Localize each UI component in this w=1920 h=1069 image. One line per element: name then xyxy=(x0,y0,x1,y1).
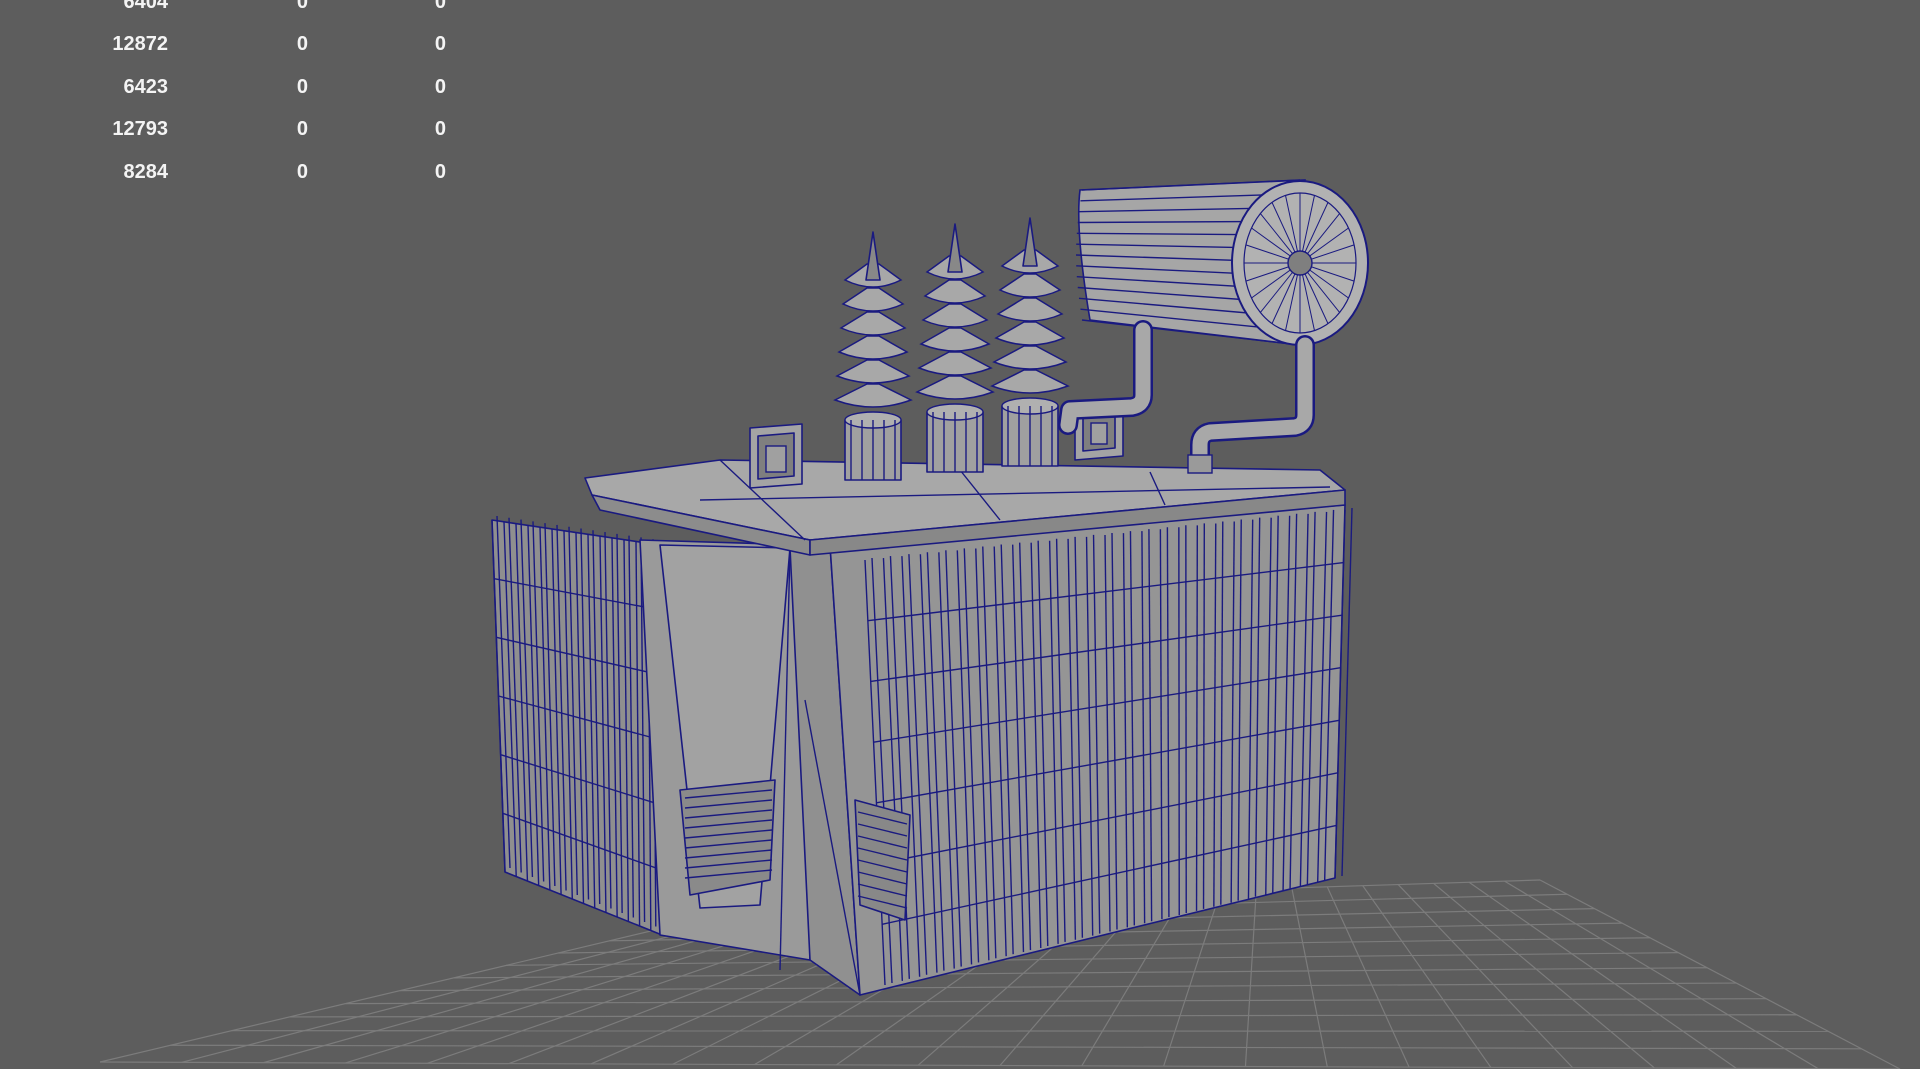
bushing-tip xyxy=(865,231,881,281)
hud-value: 0 xyxy=(296,0,308,13)
bushing-skirt xyxy=(998,273,1062,298)
hud-value: 0 xyxy=(434,75,446,98)
bushing-right xyxy=(990,217,1070,467)
hud-value: 12793 xyxy=(112,118,168,141)
bushing-skirt xyxy=(915,375,995,400)
hud-row: 8284 0 0 xyxy=(60,151,460,194)
bushing-skirt xyxy=(923,279,987,304)
hud-value: 6423 xyxy=(123,75,169,98)
hud-value: 0 xyxy=(434,160,446,183)
hud-row: 12793 0 0 xyxy=(60,109,460,152)
hud-row: 12872 0 0 xyxy=(60,24,460,67)
hud-value: 0 xyxy=(296,75,308,98)
bushing-skirt xyxy=(917,351,993,376)
pipe-right-fill xyxy=(1192,337,1313,470)
radiator-fin xyxy=(1202,523,1206,909)
hud-value: 0 xyxy=(296,160,308,183)
hud-value: 8284 xyxy=(123,160,169,183)
bushing-skirt xyxy=(919,327,991,352)
pipe-flange xyxy=(1187,454,1213,474)
grid-line xyxy=(453,967,1708,979)
bushing-skirt xyxy=(837,335,909,360)
hud-value: 0 xyxy=(434,33,446,56)
grid-line xyxy=(170,1044,1862,1050)
pipe-left-fill xyxy=(1060,322,1151,433)
3d-viewport[interactable]: 6404 0 0 12872 0 0 6423 0 0 12793 0 0 82… xyxy=(0,0,1920,1069)
box-window xyxy=(765,445,787,473)
hud-row: 6404 0 0 xyxy=(60,0,460,24)
hud-row: 6423 0 0 xyxy=(60,66,460,109)
bushing-skirt xyxy=(996,297,1064,322)
box-window xyxy=(1090,422,1108,445)
hud-value: 0 xyxy=(296,33,308,56)
hud-value: 12872 xyxy=(112,33,168,56)
bushing-tip xyxy=(1022,217,1038,267)
bushing-skirt xyxy=(992,345,1068,370)
bushing-skirt xyxy=(833,383,913,408)
bushing-skirt xyxy=(835,359,911,384)
grid-line xyxy=(99,1061,1901,1069)
bushing-skirt xyxy=(994,321,1066,346)
terminal-box-left xyxy=(749,423,803,489)
pipe-right xyxy=(1190,335,1315,472)
conservator-hub xyxy=(1287,250,1313,276)
bushing-skirt xyxy=(921,303,989,328)
bushing-skirt xyxy=(839,311,907,336)
grid-line xyxy=(231,1030,1829,1032)
bushing-skirt xyxy=(990,369,1070,394)
hud-value: 0 xyxy=(434,118,446,141)
poly-count-hud: 6404 0 0 12872 0 0 6423 0 0 12793 0 0 82… xyxy=(60,0,460,194)
bushing-skirt xyxy=(841,287,905,312)
hud-value: 6404 xyxy=(123,0,169,13)
grid-line xyxy=(345,998,1767,1005)
bushing-tip xyxy=(947,223,963,273)
transformer-wireframe-mesh[interactable] xyxy=(491,179,1369,996)
hud-value: 0 xyxy=(434,0,446,13)
hud-value: 0 xyxy=(296,118,308,141)
radiator-fin xyxy=(1195,525,1199,911)
bushing-left xyxy=(833,231,913,481)
bushing-middle xyxy=(915,223,995,473)
conservator-tank xyxy=(1075,179,1369,346)
